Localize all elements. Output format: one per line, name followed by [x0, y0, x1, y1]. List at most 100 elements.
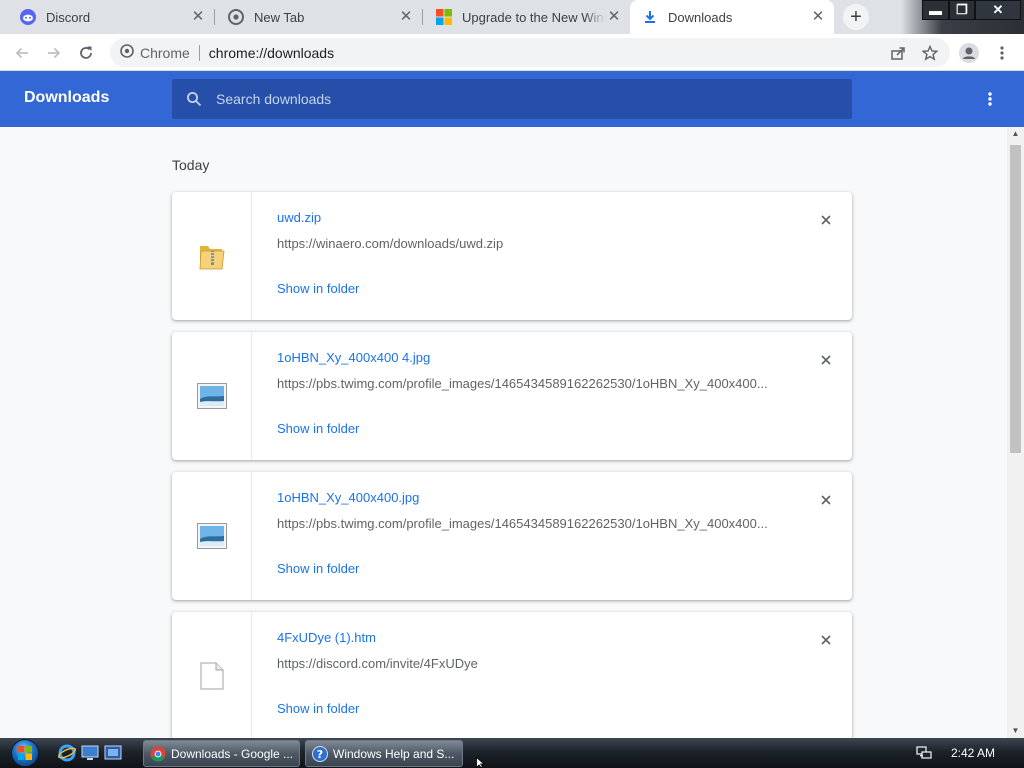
browser-toolbar: Chrome chrome://downloads [0, 34, 1024, 71]
search-icon [187, 92, 202, 107]
file-name-link[interactable]: 1oHBN_Xy_400x400 4.jpg [277, 350, 430, 365]
file-name-link[interactable]: 1oHBN_Xy_400x400.jpg [277, 490, 419, 505]
svg-text:?: ? [317, 748, 323, 761]
tab-title: New Tab [254, 9, 305, 25]
page-title: Downloads [24, 89, 110, 106]
show-in-folder-link[interactable]: Show in folder [277, 701, 359, 716]
omnibox-divider [198, 44, 200, 61]
chrome-icon [228, 9, 244, 25]
tab-close-icon[interactable]: ✕ [810, 9, 826, 25]
close-window-button[interactable]: ✕ [975, 0, 1021, 20]
scroll-down-arrow-icon[interactable]: ▼ [1007, 724, 1024, 738]
share-button[interactable] [886, 41, 910, 65]
back-arrow-icon [15, 47, 28, 59]
tab-downloads[interactable]: Downloads ✕ [630, 0, 834, 34]
more-vertical-icon [988, 92, 992, 106]
file-source-url[interactable]: https://pbs.twimg.com/profile_images/146… [277, 516, 777, 531]
tab-upgrade-windows[interactable]: Upgrade to the New Windows ✕ [424, 0, 630, 34]
document-file-icon [200, 662, 223, 690]
file-icon-column [172, 472, 252, 600]
tab-close-icon[interactable]: ✕ [398, 9, 414, 25]
network-icon[interactable] [916, 745, 932, 761]
internet-explorer-icon[interactable] [58, 744, 76, 762]
image-file-icon [196, 523, 227, 549]
tab-discord[interactable]: Discord ✕ [8, 0, 215, 34]
remove-download-button[interactable] [816, 490, 836, 510]
show-in-folder-link[interactable]: Show in folder [277, 561, 359, 576]
file-icon-column [172, 192, 252, 320]
file-source-url[interactable]: https://discord.com/invite/4FxUDye [277, 656, 777, 671]
page-scrollbar[interactable]: ▲ ▼ [1007, 127, 1024, 738]
close-icon [821, 215, 831, 225]
help-icon: ? [312, 745, 328, 762]
url-text[interactable]: chrome://downloads [209, 45, 334, 61]
remove-download-button[interactable] [816, 210, 836, 230]
more-vertical-icon [1000, 46, 1004, 60]
download-item: 4FxUDye (1).htm https://discord.com/invi… [172, 612, 852, 738]
taskbar-item-windows-help[interactable]: ? Windows Help and S... [305, 740, 463, 767]
tab-strip: Discord ✕ New Tab ✕ Upgrade to the New W… [0, 0, 1024, 34]
discord-icon [20, 9, 36, 25]
chrome-menu-button[interactable] [990, 41, 1014, 65]
star-icon [922, 45, 938, 61]
zip-folder-icon [199, 246, 224, 270]
tab-close-icon[interactable]: ✕ [606, 9, 622, 25]
restore-button[interactable]: ❐ [949, 0, 975, 20]
share-icon [891, 47, 905, 60]
close-icon [821, 355, 831, 365]
new-tab-button[interactable]: + [843, 4, 869, 30]
download-item: 1oHBN_Xy_400x400 4.jpg https://pbs.twimg… [172, 332, 852, 460]
tab-title: Discord [46, 9, 91, 25]
remove-download-button[interactable] [816, 630, 836, 650]
tab-close-icon[interactable]: ✕ [190, 9, 206, 25]
reload-button[interactable] [74, 41, 98, 65]
close-icon [821, 635, 831, 645]
download-item: uwd.zip https://winaero.com/downloads/uw… [172, 192, 852, 320]
date-section-label: Today [172, 157, 210, 173]
search-downloads-field[interactable]: Search downloads [172, 79, 852, 119]
file-source-url[interactable]: https://winaero.com/downloads/uwd.zip [277, 236, 777, 251]
taskbar-item-label: Windows Help and S... [333, 746, 455, 761]
site-label: Chrome [140, 44, 190, 61]
scrollbar-thumb[interactable] [1010, 145, 1021, 453]
file-icon-column [172, 612, 252, 738]
profile-button[interactable] [957, 41, 981, 65]
microsoft-icon [436, 9, 452, 25]
taskbar-item-chrome-downloads[interactable]: Downloads - Google ... [143, 740, 300, 767]
back-button[interactable] [10, 41, 34, 65]
mouse-cursor-icon [476, 757, 486, 768]
avatar-icon [959, 43, 979, 63]
tab-title: Upgrade to the New Windows [462, 9, 606, 25]
windows-taskbar: Downloads - Google ... ? Windows Help an… [0, 738, 1024, 768]
image-file-icon [196, 383, 227, 409]
tab-title: Downloads [668, 9, 733, 25]
start-button[interactable] [4, 738, 46, 768]
remove-download-button[interactable] [816, 350, 836, 370]
chrome-icon [150, 746, 166, 762]
downloads-more-actions-button[interactable] [980, 87, 1000, 111]
file-icon-column [172, 332, 252, 460]
chrome-site-icon [120, 44, 134, 61]
show-in-folder-link[interactable]: Show in folder [277, 281, 359, 296]
show-in-folder-link[interactable]: Show in folder [277, 421, 359, 436]
file-name-link[interactable]: uwd.zip [277, 210, 321, 225]
scroll-up-arrow-icon[interactable]: ▲ [1007, 127, 1024, 141]
bookmark-button[interactable] [918, 41, 942, 65]
file-name-link[interactable]: 4FxUDye (1).htm [277, 630, 376, 645]
download-item: 1oHBN_Xy_400x400.jpg https://pbs.twimg.c… [172, 472, 852, 600]
taskbar-item-label: Downloads - Google ... [171, 746, 294, 761]
close-icon [821, 495, 831, 505]
minimize-button[interactable]: ▬ [922, 0, 949, 20]
downloads-toolbar: Downloads Search downloads [0, 71, 1024, 127]
tab-new-tab[interactable]: New Tab ✕ [216, 0, 423, 34]
windows-logo-icon [11, 739, 39, 767]
address-bar[interactable]: Chrome chrome://downloads [110, 38, 950, 67]
system-clock[interactable]: 2:42 AM [951, 746, 995, 760]
search-input[interactable]: Search downloads [216, 91, 331, 107]
forward-arrow-icon [48, 47, 61, 59]
switch-windows-icon[interactable] [104, 744, 122, 762]
file-source-url[interactable]: https://pbs.twimg.com/profile_images/146… [277, 376, 777, 391]
download-icon [642, 9, 658, 25]
forward-button[interactable] [42, 41, 66, 65]
show-desktop-icon[interactable] [81, 744, 99, 762]
